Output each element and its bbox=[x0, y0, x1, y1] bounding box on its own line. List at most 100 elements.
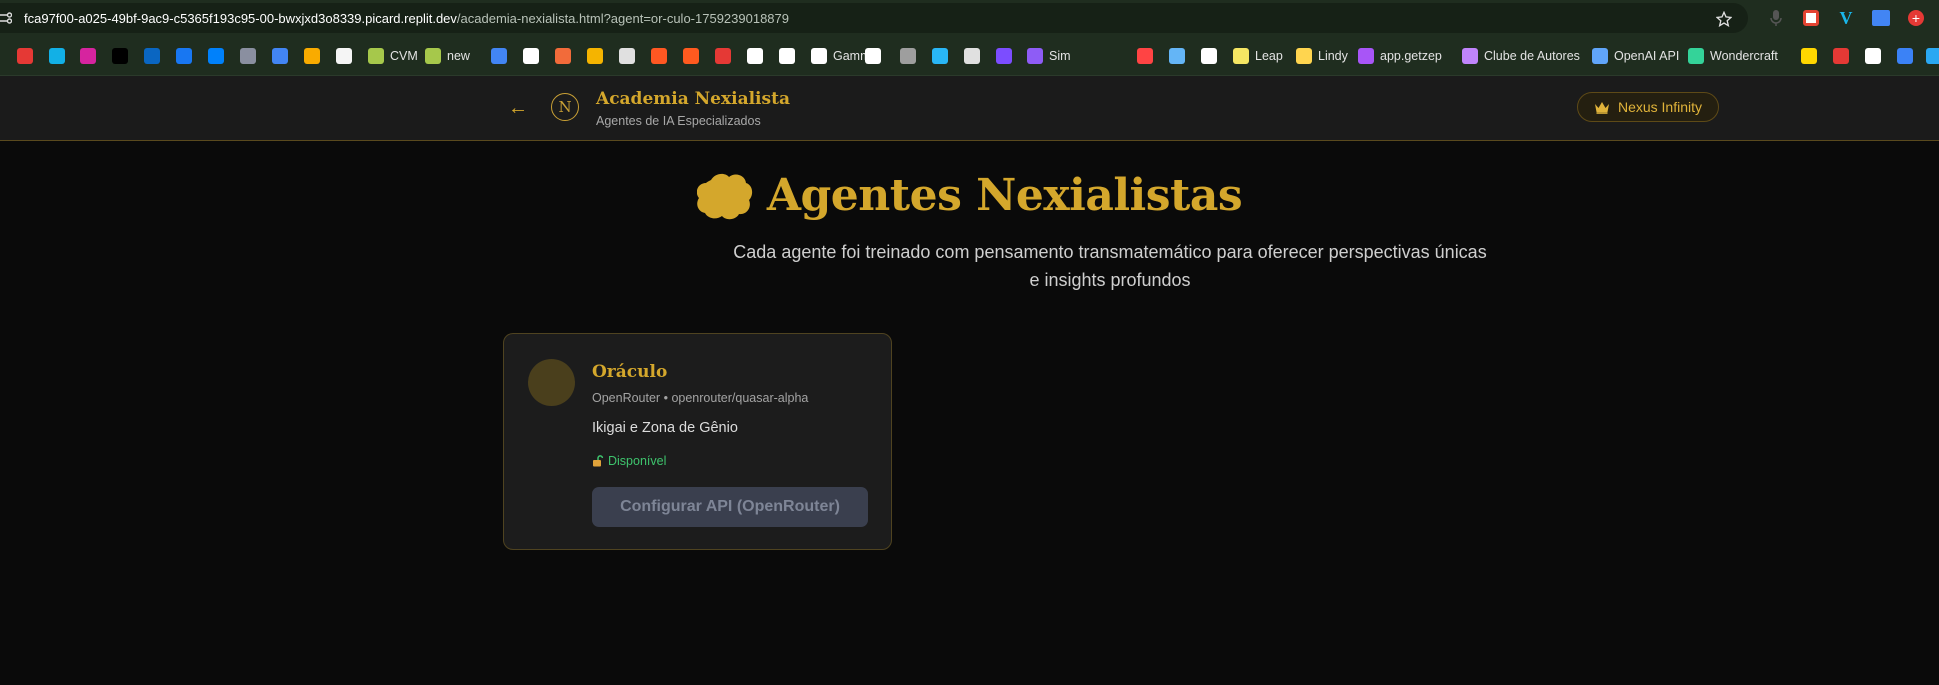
dash-icon bbox=[1833, 48, 1849, 64]
bookmark-item[interactable]: OpenAI API bbox=[1592, 46, 1679, 66]
bookmark-item[interactable] bbox=[619, 46, 635, 66]
bookmark-item[interactable]: new bbox=[425, 46, 470, 66]
bookmark-item[interactable] bbox=[49, 46, 65, 66]
agent-name: Oráculo bbox=[592, 362, 668, 382]
bookmark-item[interactable]: CVM bbox=[368, 46, 418, 66]
url-path: /academia-nexialista.html?agent=or-culo-… bbox=[456, 11, 789, 26]
bookmark-item[interactable] bbox=[208, 46, 224, 66]
bookmark-item[interactable] bbox=[555, 46, 571, 66]
bookmark-item[interactable] bbox=[683, 46, 699, 66]
bookmark-item[interactable] bbox=[1926, 46, 1939, 66]
bird-icon bbox=[1926, 48, 1939, 64]
cup-icon bbox=[715, 48, 731, 64]
bookmark-item[interactable] bbox=[1137, 46, 1153, 66]
url-text[interactable]: fca97f00-a025-49bf-9ac9-c5365f193c95-00-… bbox=[24, 11, 789, 26]
bookmark-item[interactable] bbox=[1865, 46, 1881, 66]
perplexity-icon bbox=[964, 48, 980, 64]
bookmark-item[interactable] bbox=[715, 46, 731, 66]
book-icon bbox=[1462, 48, 1478, 64]
bookmark-item[interactable] bbox=[112, 46, 128, 66]
extension-translate-icon[interactable] bbox=[1871, 8, 1891, 28]
miro-icon bbox=[1201, 48, 1217, 64]
mic-icon[interactable] bbox=[1766, 8, 1786, 28]
bookmark-label: new bbox=[447, 49, 470, 63]
agent-status: Disponível bbox=[592, 454, 666, 468]
bookmark-star-icon[interactable] bbox=[1716, 11, 1732, 27]
bookmark-item[interactable] bbox=[996, 46, 1012, 66]
diamond-icon bbox=[425, 48, 441, 64]
configure-api-button[interactable]: Configurar API (OpenRouter) bbox=[592, 487, 868, 527]
bookmark-item[interactable]: Sim bbox=[1027, 46, 1071, 66]
agent-description: Ikigai e Zona de Gênio bbox=[592, 420, 738, 436]
crown-icon bbox=[1594, 101, 1609, 114]
bookmark-label: Lindy bbox=[1318, 49, 1348, 63]
openai-api-icon bbox=[1592, 48, 1608, 64]
bookmark-item[interactable]: Clube de Autores bbox=[1462, 46, 1580, 66]
bookmark-item[interactable] bbox=[176, 46, 192, 66]
bookmark-item[interactable] bbox=[304, 46, 320, 66]
robot-icon bbox=[240, 48, 256, 64]
bookmark-item[interactable] bbox=[491, 46, 507, 66]
hero-heading: Agentes Nexialistas bbox=[0, 170, 1939, 221]
bookmark-item[interactable] bbox=[964, 46, 980, 66]
bookmark-item[interactable] bbox=[523, 46, 539, 66]
bookmark-item[interactable] bbox=[932, 46, 948, 66]
bookmark-item[interactable]: Leap bbox=[1233, 46, 1283, 66]
play-icon bbox=[49, 48, 65, 64]
agent-model: openrouter/quasar-alpha bbox=[671, 391, 809, 405]
bookmark-label: app.getzep bbox=[1380, 49, 1442, 63]
share-icon bbox=[900, 48, 916, 64]
bookmark-item[interactable] bbox=[865, 46, 881, 66]
site-info-icon[interactable] bbox=[0, 12, 12, 24]
bookmark-item[interactable] bbox=[747, 46, 763, 66]
extension-add-icon[interactable]: + bbox=[1906, 8, 1926, 28]
settings-icon bbox=[1169, 48, 1185, 64]
bookmark-item[interactable] bbox=[587, 46, 603, 66]
amazon-icon bbox=[336, 48, 352, 64]
bookmark-label: Clube de Autores bbox=[1484, 49, 1580, 63]
extension-vimeo-icon[interactable]: V bbox=[1836, 8, 1856, 28]
bookmarks-bar: CVM new Gamma Sim Leap Lindy app.getzep Clube d… bbox=[0, 36, 1939, 76]
meta-icon bbox=[208, 48, 224, 64]
agent-provider: OpenRouter bbox=[592, 391, 661, 405]
bookmark-item[interactable] bbox=[1169, 46, 1185, 66]
bookmark-item[interactable] bbox=[80, 46, 96, 66]
bookmark-label: Leap bbox=[1255, 49, 1283, 63]
bookmark-item[interactable] bbox=[1833, 46, 1849, 66]
agent-avatar bbox=[528, 359, 575, 406]
bookmark-item[interactable] bbox=[17, 46, 33, 66]
bookmark-item[interactable]: Lindy bbox=[1296, 46, 1348, 66]
bookmark-item[interactable] bbox=[240, 46, 256, 66]
bookmark-item[interactable] bbox=[336, 46, 352, 66]
unlock-icon bbox=[593, 455, 604, 467]
bookmark-item[interactable] bbox=[900, 46, 916, 66]
bookmark-item[interactable] bbox=[144, 46, 160, 66]
agent-card[interactable]: Oráculo OpenRouter • openrouter/quasar-a… bbox=[503, 333, 892, 550]
zep-icon bbox=[1358, 48, 1374, 64]
app-header: ← N Academia Nexialista Agentes de IA Es… bbox=[0, 76, 1939, 141]
lindy-icon bbox=[1296, 48, 1312, 64]
address-field[interactable]: fca97f00-a025-49bf-9ac9-c5365f193c95-00-… bbox=[0, 3, 1748, 33]
app-title: Academia Nexialista bbox=[596, 89, 790, 109]
app-subtitle: Agentes de IA Especializados bbox=[596, 114, 761, 128]
bookmark-item[interactable] bbox=[779, 46, 795, 66]
google-ads-icon bbox=[272, 48, 288, 64]
bookmark-item[interactable]: Wondercraft bbox=[1688, 46, 1778, 66]
bookmark-item[interactable]: app.getzep bbox=[1358, 46, 1442, 66]
bookmark-item[interactable] bbox=[272, 46, 288, 66]
bookmark-item[interactable] bbox=[1201, 46, 1217, 66]
instagram-icon bbox=[80, 48, 96, 64]
linkedin-icon bbox=[144, 48, 160, 64]
extension-todoist-icon[interactable] bbox=[1801, 8, 1821, 28]
circle-red-icon bbox=[17, 48, 33, 64]
back-arrow-icon[interactable]: ← bbox=[504, 96, 532, 120]
bookmark-item[interactable] bbox=[1801, 46, 1817, 66]
x-icon bbox=[112, 48, 128, 64]
nexus-infinity-button[interactable]: Nexus Infinity bbox=[1577, 92, 1719, 122]
notion-icon bbox=[865, 48, 881, 64]
bookmark-item[interactable] bbox=[1897, 46, 1913, 66]
bookmark-item[interactable] bbox=[651, 46, 667, 66]
face-icon bbox=[619, 48, 635, 64]
flame-icon bbox=[683, 48, 699, 64]
shop-icon bbox=[747, 48, 763, 64]
